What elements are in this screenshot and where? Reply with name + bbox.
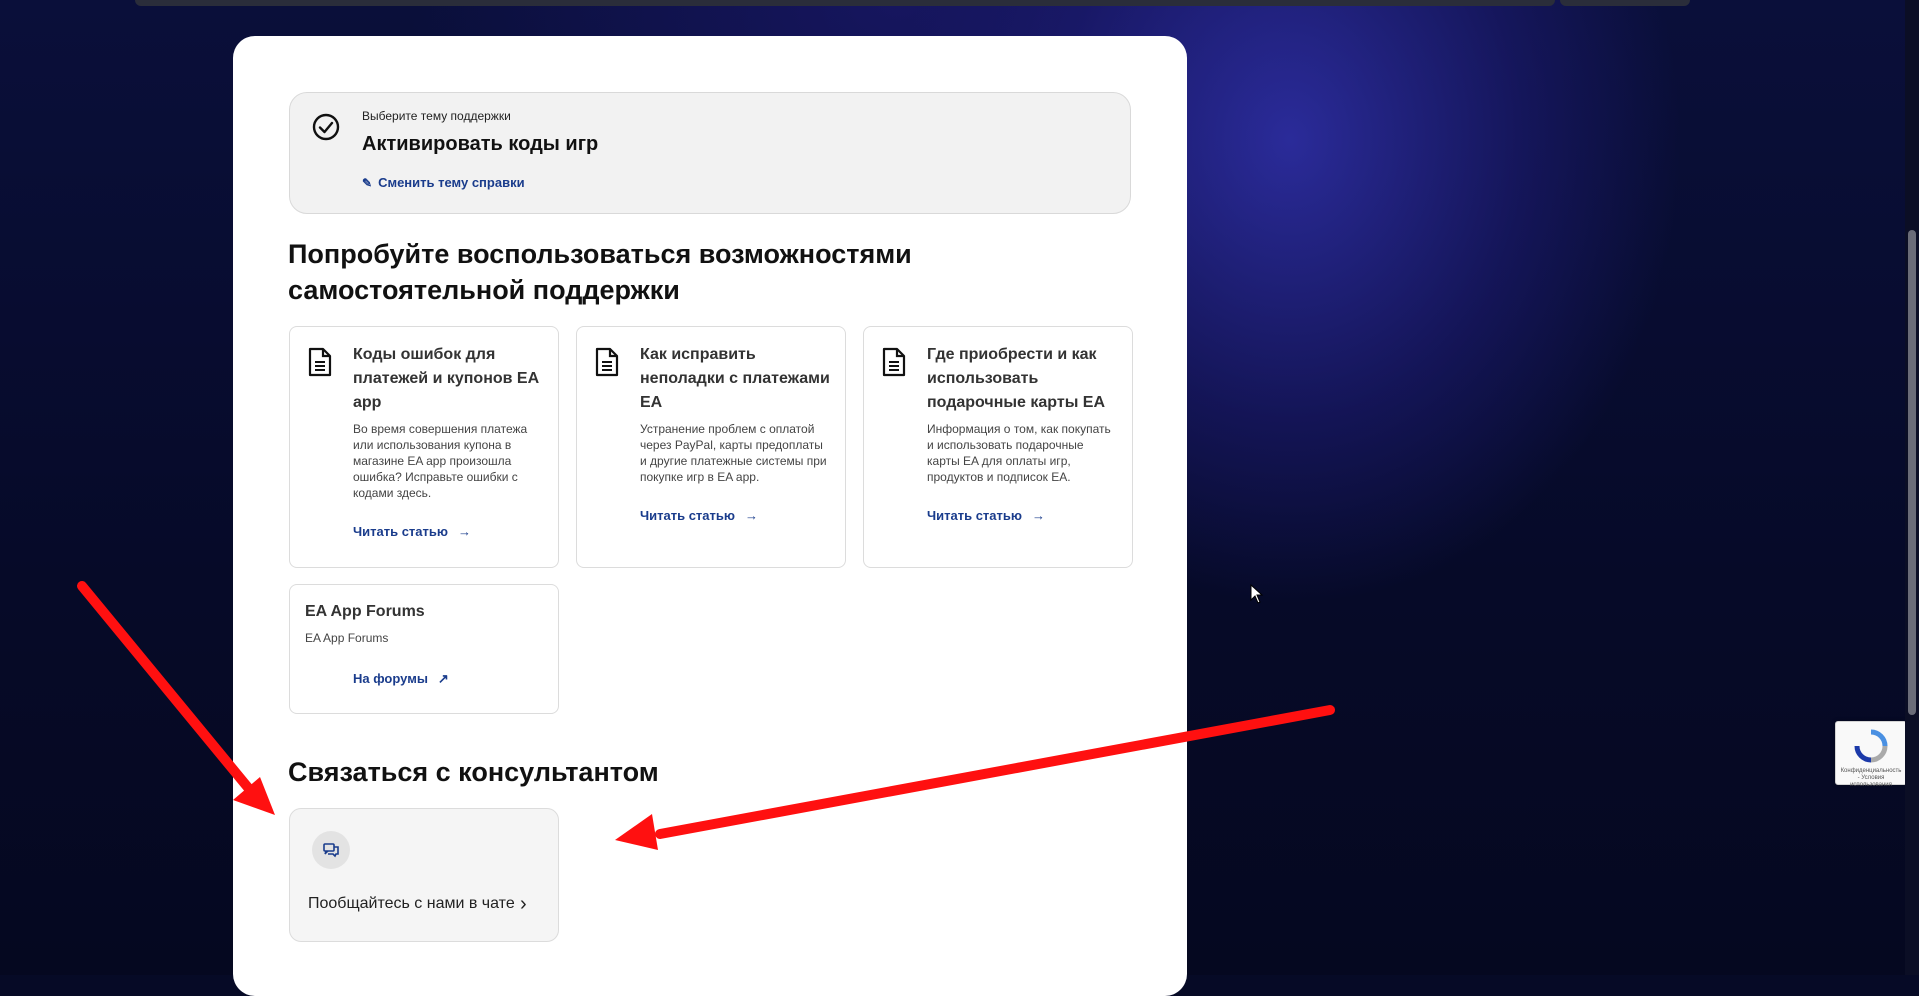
- recaptcha-icon: [1854, 729, 1888, 763]
- page-scrollbar[interactable]: [1905, 0, 1919, 975]
- recaptcha-badge[interactable]: Конфиденциальность - Условия использован…: [1835, 721, 1907, 788]
- annotation-arrow-left: [77, 581, 275, 815]
- annotation-arrows: [77, 581, 1335, 850]
- scrollbar-thumb[interactable]: [1908, 230, 1916, 715]
- recaptcha-text: Конфиденциальность - Условия использован…: [1840, 768, 1902, 788]
- annotation-arrow-right: [615, 705, 1335, 850]
- mouse-cursor-icon: [1250, 584, 1264, 604]
